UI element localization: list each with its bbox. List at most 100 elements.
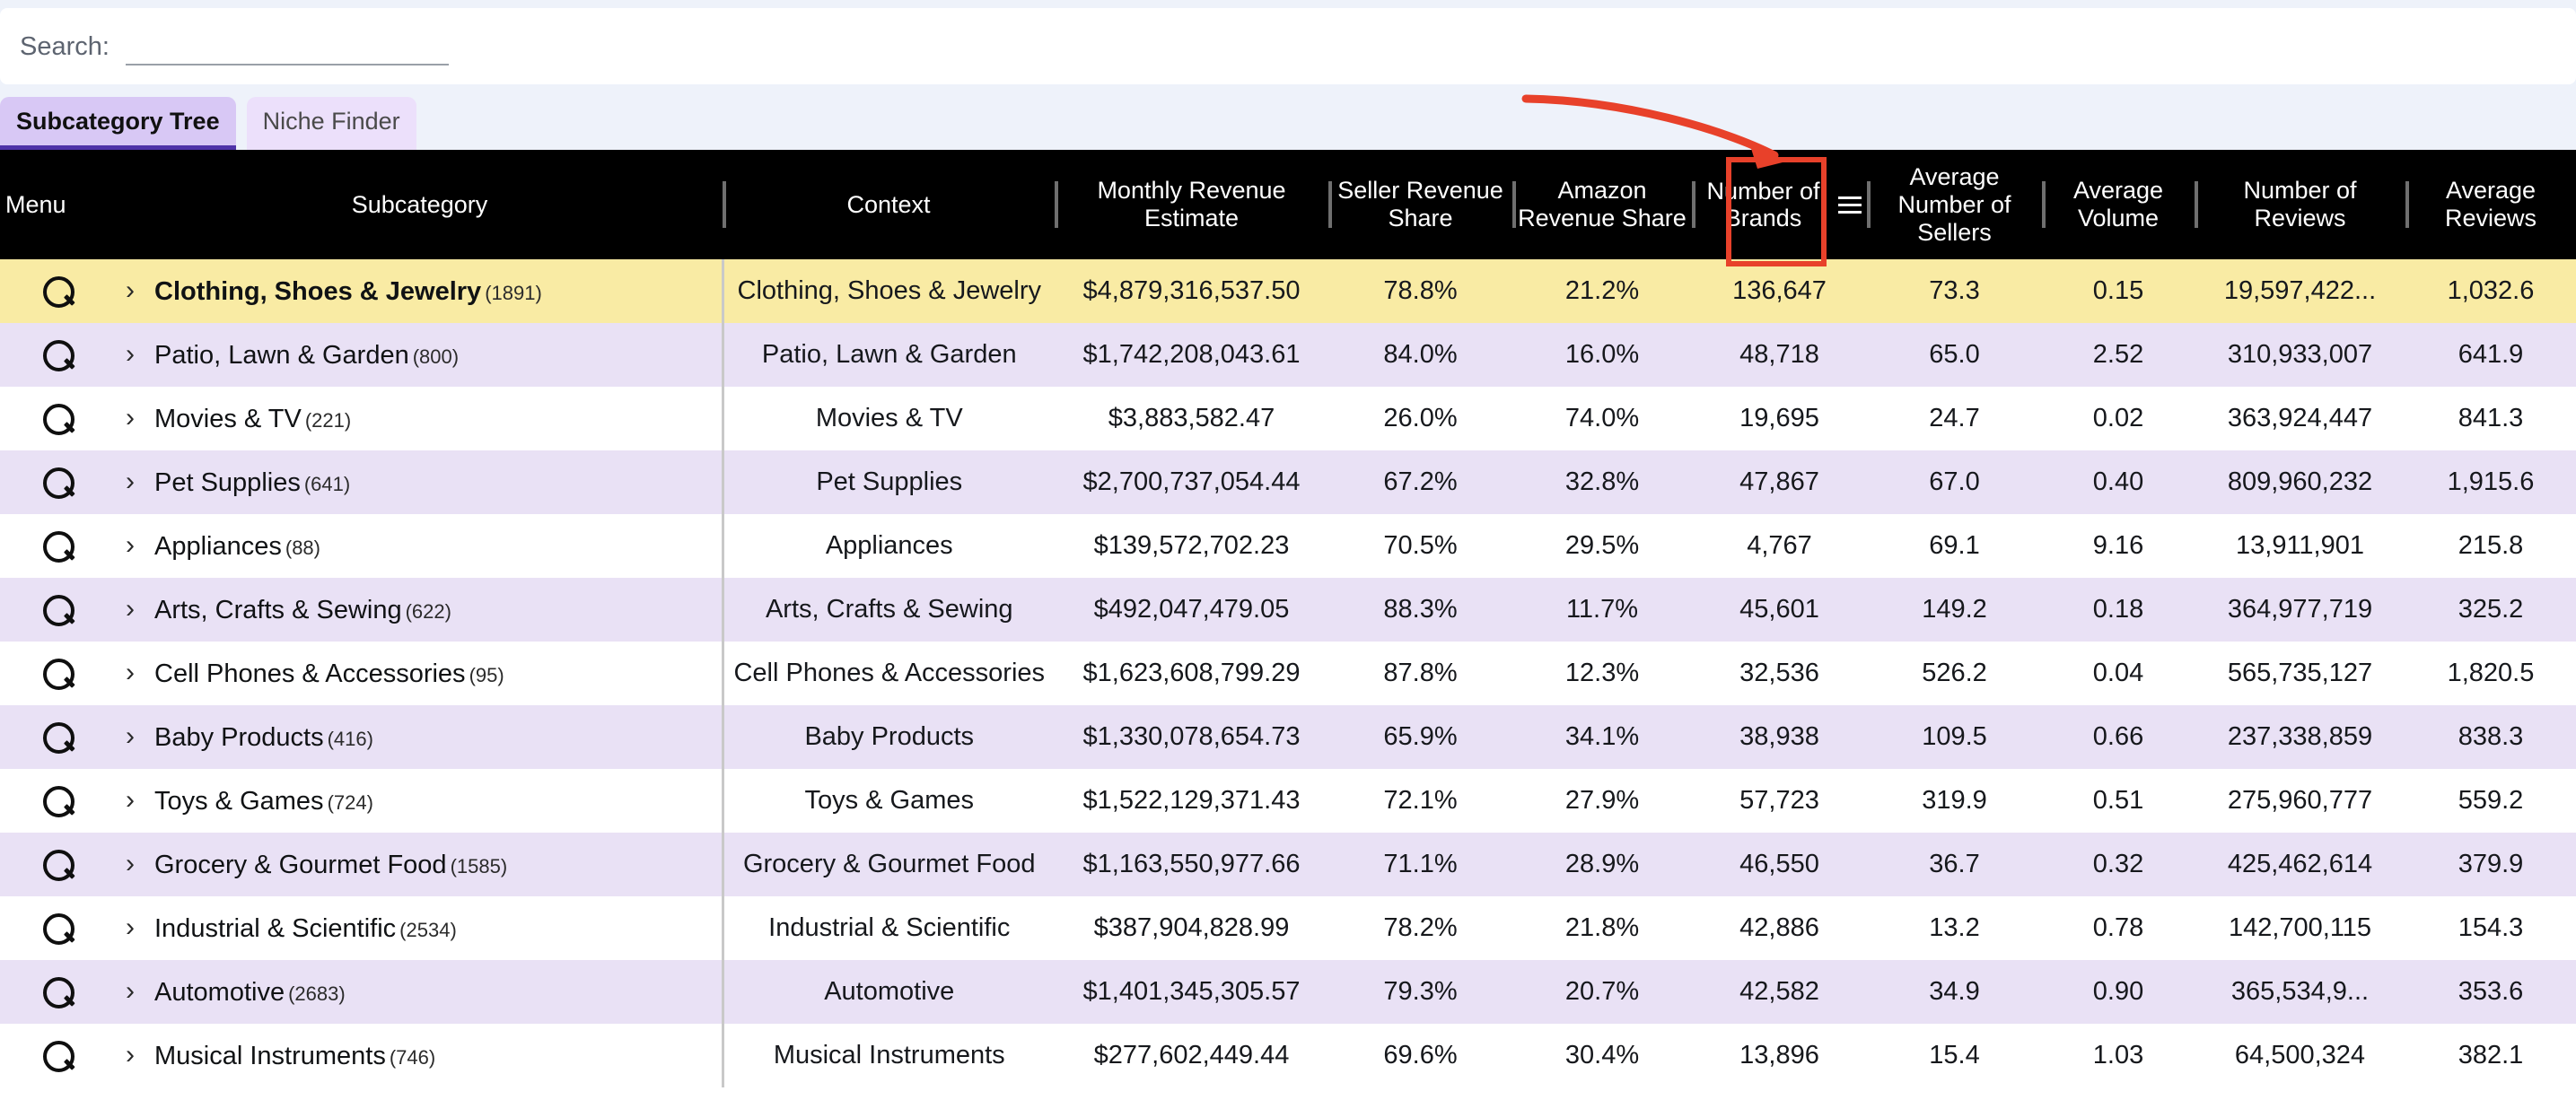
table-row[interactable]: › Arts, Crafts & Sewing (622) Arts, Crafts …: [0, 578, 2576, 642]
tab-subcategory-tree[interactable]: Subcategory Tree: [0, 97, 236, 151]
column-header-subcategory[interactable]: Subcategory: [117, 150, 723, 259]
hamburger-sort-icon[interactable]: [1838, 196, 1862, 214]
chevron-right-icon[interactable]: ›: [126, 275, 135, 306]
magnifier-icon[interactable]: [43, 339, 74, 371]
cell-mre: $3,883,582.47: [1055, 387, 1328, 450]
cell-arev: 559.2: [2405, 769, 2576, 833]
row-menu-cell[interactable]: [0, 450, 117, 514]
magnifier-icon[interactable]: [43, 467, 74, 499]
magnifier-icon[interactable]: [43, 530, 74, 563]
subcategory-count: (641): [303, 472, 351, 495]
magnifier-icon[interactable]: [43, 912, 74, 945]
table-row[interactable]: › Cell Phones & Accessories (95) Cell Phone…: [0, 642, 2576, 705]
table-row[interactable]: › Musical Instruments (746) Musical Instrum…: [0, 1024, 2576, 1087]
column-header-number-of-brands[interactable]: Number of Brands: [1692, 150, 1867, 259]
chevron-right-icon[interactable]: ›: [126, 658, 135, 688]
cell-arev: 1,820.5: [2405, 642, 2576, 705]
chevron-right-icon[interactable]: ›: [126, 849, 135, 879]
subcategory-cell[interactable]: › Grocery & Gourmet Food (1585): [117, 833, 723, 896]
subcategory-cell[interactable]: › Clothing, Shoes & Jewelry (1891): [117, 259, 723, 323]
magnifier-icon[interactable]: [43, 594, 74, 626]
header-divider-icon: [1055, 181, 1058, 228]
cell-nob: 46,550: [1692, 833, 1867, 896]
cell-avol: 0.90: [2042, 960, 2195, 1024]
table-row[interactable]: › Movies & TV (221) Movies & TV $3,883,582.4…: [0, 387, 2576, 450]
magnifier-icon[interactable]: [43, 658, 74, 690]
row-menu-cell[interactable]: [0, 960, 117, 1024]
chevron-right-icon[interactable]: ›: [126, 339, 135, 370]
subcategory-table-container[interactable]: Menu Subcategory Context Monthly Revenue…: [0, 150, 2576, 1100]
row-menu-cell[interactable]: [0, 1024, 117, 1087]
subcategory-cell[interactable]: › Industrial & Scientific (2534): [117, 896, 723, 960]
column-header-seller-revenue-share[interactable]: Seller Revenue Share: [1328, 150, 1512, 259]
subcategory-count: (1585): [450, 854, 508, 877]
column-header-monthly-revenue-estimate[interactable]: Monthly Revenue Estimate: [1055, 150, 1328, 259]
column-header-menu[interactable]: Menu: [0, 150, 117, 259]
subcategory-cell-inner: › Movies & TV (221): [122, 403, 716, 434]
row-menu-cell[interactable]: [0, 705, 117, 769]
search-input[interactable]: [125, 27, 449, 65]
magnifier-icon[interactable]: [43, 275, 74, 308]
column-header-number-of-brands-inner: Number of Brands: [1697, 178, 1862, 231]
row-menu-cell[interactable]: [0, 833, 117, 896]
row-menu-cell[interactable]: [0, 259, 117, 323]
chevron-right-icon[interactable]: ›: [126, 976, 135, 1007]
magnifier-icon[interactable]: [43, 849, 74, 881]
context-cell: Pet Supplies: [721, 450, 1055, 514]
table-row[interactable]: › Patio, Lawn & Garden (800) Patio, Lawn & …: [0, 323, 2576, 387]
table-row[interactable]: › Pet Supplies (641) Pet Supplies $2,700,737…: [0, 450, 2576, 514]
chevron-right-icon[interactable]: ›: [126, 721, 135, 752]
cell-ars: 74.0%: [1512, 387, 1692, 450]
cell-nrev: 19,597,422...: [2195, 259, 2405, 323]
chevron-right-icon[interactable]: ›: [126, 530, 135, 561]
subcategory-cell[interactable]: › Baby Products (416): [117, 705, 723, 769]
chevron-right-icon[interactable]: ›: [126, 467, 135, 497]
column-header-amazon-revenue-share[interactable]: Amazon Revenue Share: [1512, 150, 1692, 259]
subcategory-cell[interactable]: › Automotive (2683): [117, 960, 723, 1024]
column-header-average-number-of-sellers[interactable]: Average Number of Sellers: [1867, 150, 2042, 259]
tab-niche-finder[interactable]: Niche Finder: [246, 97, 416, 151]
row-menu-cell[interactable]: [0, 323, 117, 387]
chevron-right-icon[interactable]: ›: [126, 594, 135, 624]
subcategory-cell[interactable]: › Movies & TV (221): [117, 387, 723, 450]
chevron-right-icon[interactable]: ›: [126, 912, 135, 943]
magnifier-icon[interactable]: [43, 403, 74, 435]
table-row[interactable]: › Baby Products (416) Baby Products $1,330,0…: [0, 705, 2576, 769]
table-row[interactable]: › Clothing, Shoes & Jewelry (1891) Clothing…: [0, 259, 2576, 323]
cell-nrev: 809,960,232: [2195, 450, 2405, 514]
column-header-context[interactable]: Context: [723, 150, 1055, 259]
subcategory-cell[interactable]: › Cell Phones & Accessories (95): [117, 642, 723, 705]
column-header-average-volume[interactable]: Average Volume: [2042, 150, 2195, 259]
magnifier-icon[interactable]: [43, 721, 74, 754]
chevron-right-icon[interactable]: ›: [126, 1040, 135, 1070]
table-row[interactable]: › Industrial & Scientific (2534) Industrial…: [0, 896, 2576, 960]
table-row[interactable]: › Grocery & Gourmet Food (1585) Grocery & G…: [0, 833, 2576, 896]
subcategory-cell[interactable]: › Patio, Lawn & Garden (800): [117, 323, 723, 387]
column-header-number-of-reviews[interactable]: Number of Reviews: [2195, 150, 2405, 259]
cell-nob: 136,647: [1692, 259, 1867, 323]
subcategory-cell[interactable]: › Musical Instruments (746): [117, 1024, 723, 1087]
column-header-average-reviews[interactable]: Average Reviews: [2405, 150, 2576, 259]
subcategory-cell[interactable]: › Appliances (88): [117, 514, 723, 578]
subcategory-cell[interactable]: › Pet Supplies (641): [117, 450, 723, 514]
magnifier-icon[interactable]: [43, 785, 74, 817]
row-menu-cell[interactable]: [0, 896, 117, 960]
cell-ans: 526.2: [1867, 642, 2042, 705]
magnifier-icon[interactable]: [43, 976, 74, 1008]
magnifier-icon[interactable]: [43, 1040, 74, 1072]
table-row[interactable]: › Automotive (2683) Automotive $1,401,345,30…: [0, 960, 2576, 1024]
subcategory-cell[interactable]: › Toys & Games (724): [117, 769, 723, 833]
chevron-right-icon[interactable]: ›: [126, 785, 135, 816]
row-menu-cell[interactable]: [0, 387, 117, 450]
subcategory-cell[interactable]: › Arts, Crafts & Sewing (622): [117, 578, 723, 642]
row-menu-cell[interactable]: [0, 514, 117, 578]
table-row[interactable]: › Toys & Games (724) Toys & Games $1,522,129…: [0, 769, 2576, 833]
table-row[interactable]: › Appliances (88) Appliances $139,572,702.23…: [0, 514, 2576, 578]
cell-ars: 32.8%: [1512, 450, 1692, 514]
cell-arev: 1,915.6: [2405, 450, 2576, 514]
row-menu-cell[interactable]: [0, 578, 117, 642]
chevron-right-icon[interactable]: ›: [126, 403, 135, 433]
row-menu-cell[interactable]: [0, 642, 117, 705]
row-menu-cell[interactable]: [0, 769, 117, 833]
cell-arev: 1,032.6: [2405, 259, 2576, 323]
